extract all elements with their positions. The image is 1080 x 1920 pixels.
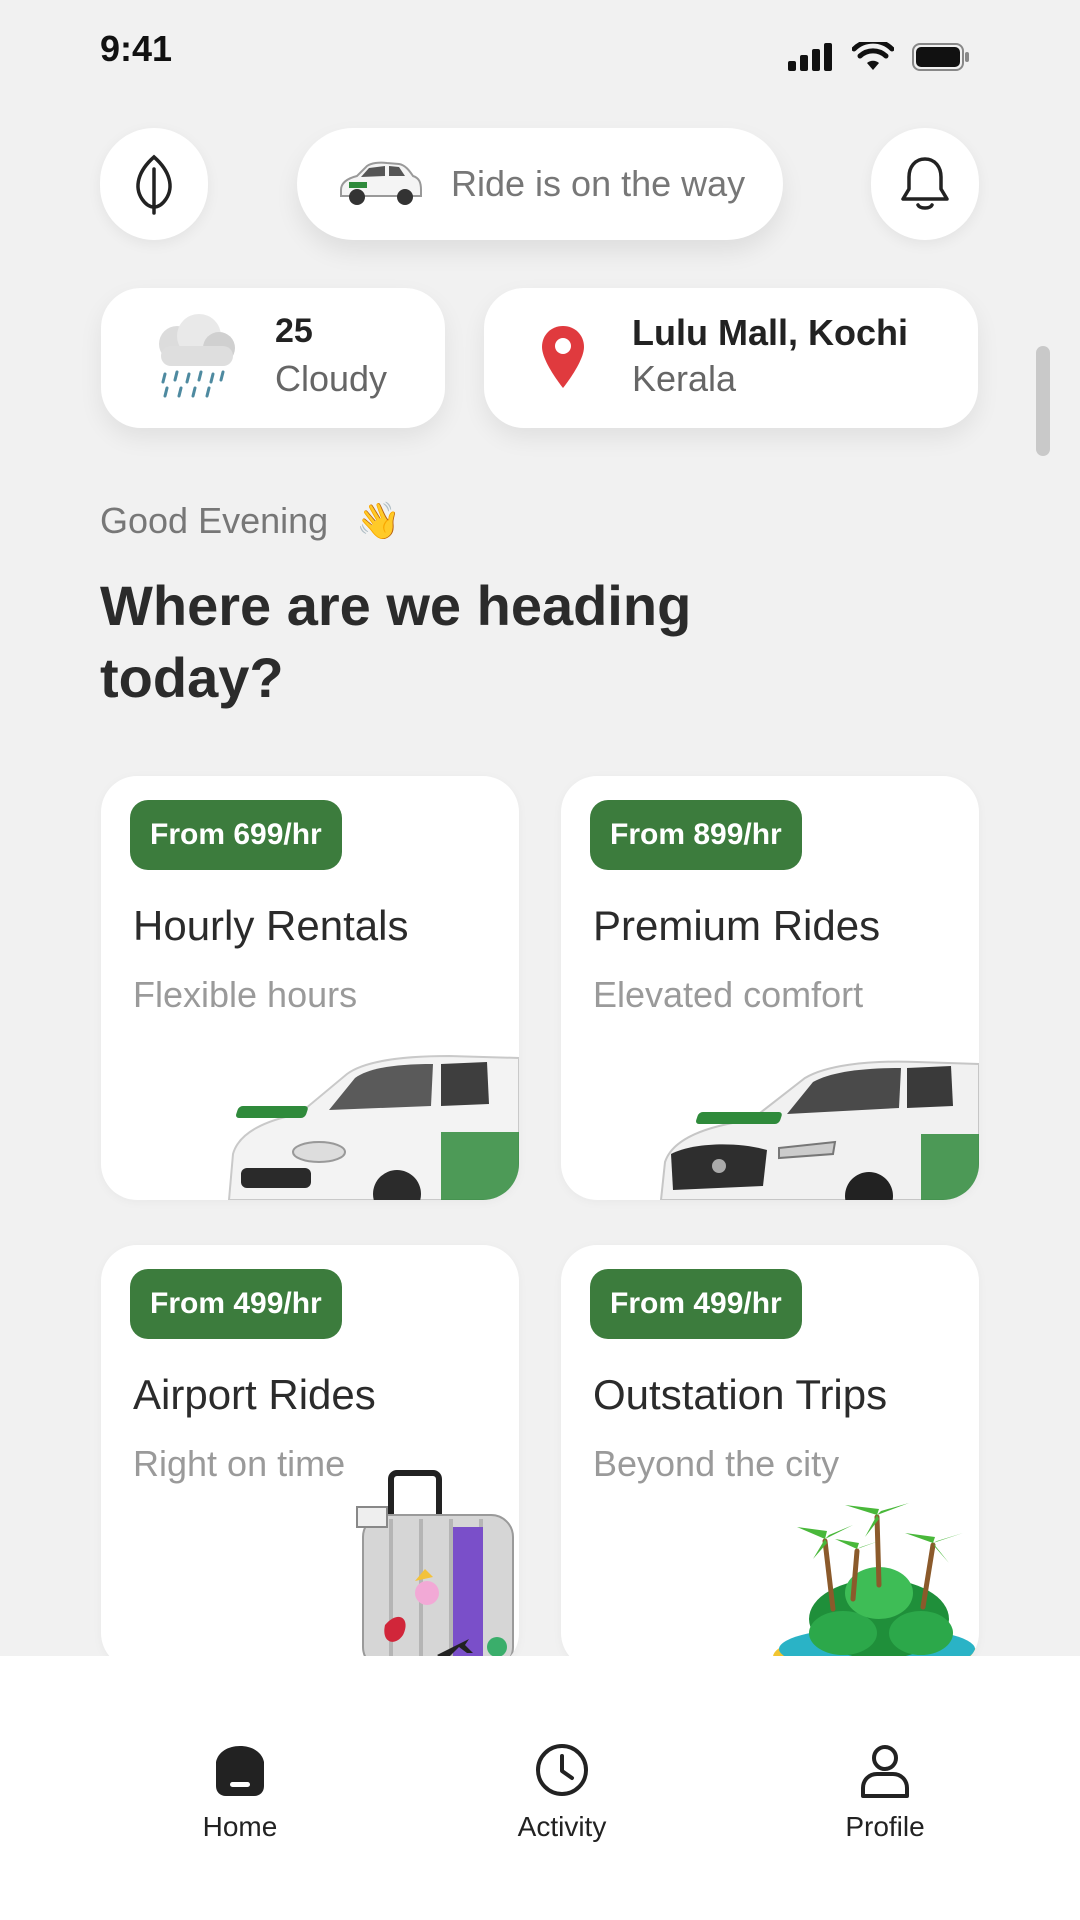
bottom-nav: Home Activity Profile bbox=[0, 1656, 1080, 1920]
nav-item-profile[interactable]: Profile bbox=[785, 1742, 985, 1843]
greeting-text: Good Evening bbox=[100, 500, 329, 541]
price-badge: From 699/hr bbox=[130, 800, 342, 870]
island-icon bbox=[773, 1503, 979, 1669]
wifi-icon bbox=[852, 42, 894, 70]
notifications-button[interactable] bbox=[871, 128, 979, 240]
service-card-premium-rides[interactable]: From 899/hr Premium Rides Elevated comfo… bbox=[561, 776, 979, 1200]
weather-temperature: 25 bbox=[275, 312, 313, 350]
service-card-hourly-rentals[interactable]: From 699/hr Hourly Rentals Flexible hour… bbox=[101, 776, 519, 1200]
ride-status-pill[interactable]: Ride is on the way bbox=[297, 128, 783, 240]
user-icon bbox=[861, 1745, 909, 1798]
status-time: 9:41 bbox=[100, 28, 173, 69]
service-subtitle: Beyond the city bbox=[593, 1443, 840, 1484]
nav-item-home[interactable]: Home bbox=[140, 1742, 340, 1843]
location-region: Kerala bbox=[632, 358, 737, 399]
service-title: Premium Rides bbox=[593, 902, 881, 949]
page-title: Where are we heading today? bbox=[100, 574, 692, 709]
price-badge: From 899/hr bbox=[590, 800, 802, 870]
battery-icon bbox=[912, 43, 969, 71]
service-subtitle: Flexible hours bbox=[133, 974, 358, 1015]
location-card[interactable]: Lulu Mall, Kochi Kerala bbox=[484, 288, 978, 428]
scrollbar-thumb[interactable] bbox=[1036, 346, 1050, 456]
luggage-icon bbox=[356, 1470, 514, 1669]
service-subtitle: Right on time bbox=[133, 1443, 346, 1484]
price-badge: From 499/hr bbox=[590, 1269, 802, 1339]
nav-item-activity[interactable]: Activity bbox=[462, 1742, 662, 1843]
service-title: Hourly Rentals bbox=[133, 902, 409, 949]
hatchback-car-icon bbox=[227, 1054, 519, 1200]
wave-icon: 👋 bbox=[356, 500, 402, 541]
clock-icon bbox=[536, 1744, 588, 1796]
weather-card[interactable]: 25 Cloudy bbox=[101, 288, 445, 428]
nav-label: Activity bbox=[517, 1811, 607, 1842]
nav-label: Home bbox=[202, 1811, 278, 1842]
car-icon bbox=[340, 161, 422, 205]
service-title: Outstation Trips bbox=[593, 1371, 888, 1418]
signal-icon bbox=[788, 43, 832, 71]
bell-icon bbox=[901, 157, 949, 210]
home-icon bbox=[216, 1746, 264, 1796]
location-pin-icon bbox=[542, 326, 584, 388]
service-card-airport-rides[interactable]: From 499/hr Airport Rides Right on time bbox=[101, 1245, 519, 1669]
nav-label: Profile bbox=[845, 1811, 925, 1842]
rain-cloud-icon bbox=[159, 314, 235, 398]
eco-button[interactable] bbox=[100, 128, 208, 240]
service-subtitle: Elevated comfort bbox=[593, 974, 864, 1015]
status-bar: 9:41 bbox=[0, 0, 1080, 100]
service-title: Airport Rides bbox=[133, 1371, 376, 1418]
ride-status-text: Ride is on the way bbox=[451, 163, 746, 204]
suv-car-icon bbox=[659, 1060, 979, 1200]
price-badge: From 499/hr bbox=[130, 1269, 342, 1339]
service-card-outstation-trips[interactable]: From 499/hr Outstation Trips Beyond the … bbox=[561, 1245, 979, 1669]
weather-condition: Cloudy bbox=[275, 358, 388, 399]
status-icons bbox=[788, 42, 970, 72]
location-place: Lulu Mall, Kochi bbox=[632, 312, 908, 353]
leaf-icon bbox=[136, 154, 172, 215]
greeting: Good Evening 👋 bbox=[100, 500, 401, 542]
